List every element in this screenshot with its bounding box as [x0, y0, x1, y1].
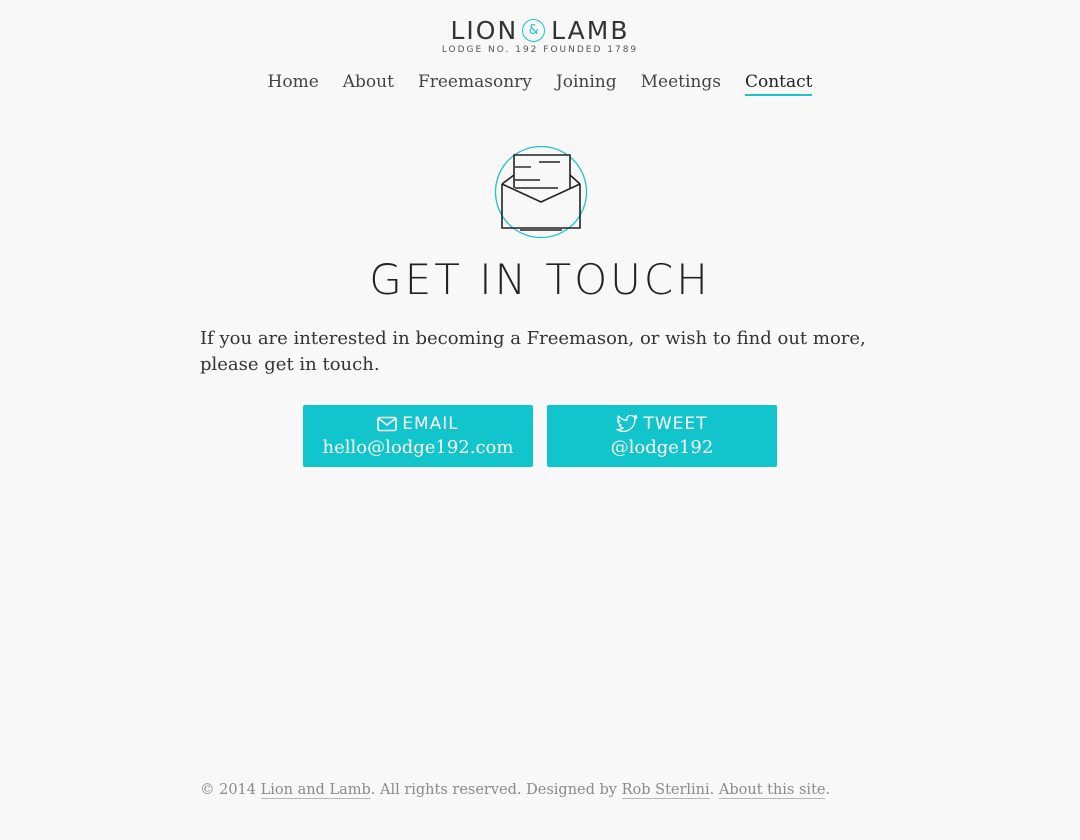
- footer-copyright: © 2014: [200, 782, 261, 798]
- tweet-button-label: TWEET: [643, 414, 708, 434]
- email-button-label: EMAIL: [402, 414, 459, 434]
- open-envelope-icon: [494, 145, 588, 239]
- logo-word-lamb: LAMB: [551, 15, 630, 45]
- tweet-button[interactable]: TWEET @lodge192: [547, 405, 777, 467]
- email-address: hello@lodge192.com: [322, 437, 514, 458]
- footer-site-link[interactable]: Lion and Lamb: [260, 782, 371, 799]
- nav-item-home[interactable]: Home: [268, 72, 319, 96]
- nav-item-meetings[interactable]: Meetings: [641, 72, 721, 96]
- nav-item-freemasonry[interactable]: Freemasonry: [418, 72, 532, 96]
- email-button-top: EMAIL: [303, 414, 533, 434]
- footer-rights-text: . All rights reserved. Designed by: [370, 782, 622, 798]
- page-heading: GET IN TOUCH: [369, 255, 711, 304]
- mail-icon: [377, 416, 398, 432]
- main-nav: Home About Freemasonry Joining Meetings …: [0, 72, 1080, 96]
- logo-wordmark: LION & LAMB: [450, 14, 629, 46]
- tweet-button-top: TWEET: [547, 414, 777, 434]
- footer-about-link[interactable]: About this site: [718, 782, 826, 799]
- nav-item-joining[interactable]: Joining: [556, 72, 617, 96]
- site-logo[interactable]: LION & LAMB LODGE NO. 192 FOUNDED 1789: [0, 14, 1080, 56]
- twitter-bird-icon: [616, 415, 639, 433]
- intro-text: If you are interested in becoming a Free…: [200, 328, 866, 375]
- email-button[interactable]: EMAIL hello@lodge192.com: [303, 405, 533, 467]
- twitter-handle: @lodge192: [610, 437, 714, 458]
- nav-item-contact[interactable]: Contact: [744, 72, 813, 96]
- logo-ampersand-icon: &: [522, 18, 546, 42]
- footer-suffix: .: [825, 782, 831, 798]
- footer-designer-link[interactable]: Rob Sterlini: [621, 782, 710, 799]
- footer: © 2014 Lion and Lamb. All rights reserve…: [200, 782, 900, 799]
- footer-separator: .: [709, 782, 719, 798]
- logo-subtitle: LODGE NO. 192 FOUNDED 1789: [441, 45, 639, 55]
- logo-word-lion: LION: [450, 15, 519, 45]
- nav-item-about[interactable]: About: [343, 72, 394, 96]
